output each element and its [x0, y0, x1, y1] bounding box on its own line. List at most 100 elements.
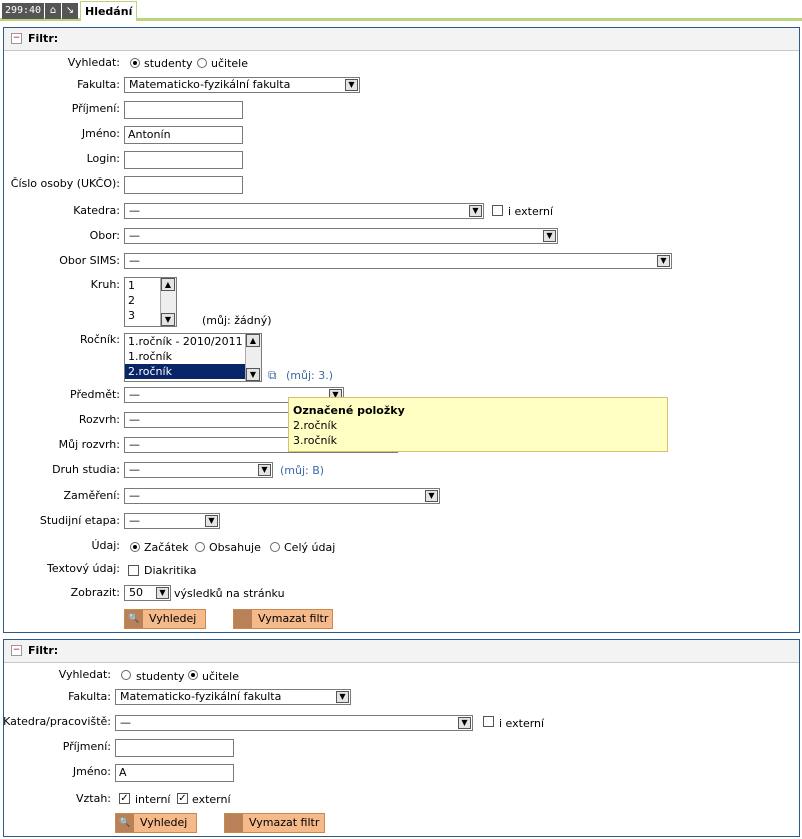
zobrazit-value: 50 — [129, 586, 143, 599]
login-input[interactable] — [124, 151, 243, 169]
selected-items-tooltip: Označené položky 2.ročník 3.ročník — [288, 397, 668, 452]
jmeno-label: Jméno: — [72, 765, 111, 778]
kruh-muj-text: (můj: žádný) — [202, 314, 272, 327]
fakulta-select[interactable]: Matematicko-fyzikální fakulta ▼ — [124, 77, 360, 93]
prijmeni-input[interactable] — [124, 101, 243, 119]
scrollbar[interactable]: ▲ ▼ — [160, 278, 176, 326]
chevron-down-icon[interactable]: ▼ — [246, 368, 260, 381]
cislo-osoby-input[interactable] — [124, 176, 243, 194]
i-externi-label: i externí — [499, 717, 545, 730]
search-button-label: Vyhledej — [140, 816, 188, 829]
tooltip-item: 2.ročník — [293, 419, 337, 432]
obor-sims-value: — — [129, 254, 140, 267]
katedra-pracoviste-select[interactable]: — ▼ — [115, 715, 473, 731]
vztah-label: Vztah: — [75, 792, 111, 805]
druh-studia-value: — — [129, 463, 140, 476]
diakritika-checkbox[interactable] — [128, 565, 139, 576]
katedra-value: — — [129, 204, 140, 217]
radio-obsahuje[interactable] — [195, 542, 205, 552]
radio-students[interactable] — [130, 58, 140, 68]
chevron-down-icon: ▼ — [657, 255, 670, 267]
search-button[interactable]: 🔍 Vyhledej — [115, 813, 197, 833]
interni-checkbox[interactable]: ✓ — [119, 793, 130, 804]
scrollbar[interactable]: ▲ ▼ — [245, 334, 261, 381]
tooltip-title: Označené položky — [293, 404, 405, 417]
clear-filter-button[interactable]: Vymazat filtr — [233, 609, 333, 629]
kruh-listbox[interactable]: 1 2 3 ▲ ▼ — [124, 277, 177, 327]
i-externi-label: i externí — [508, 205, 554, 218]
i-externi-checkbox[interactable] — [492, 205, 503, 216]
home-icon[interactable]: ⌂ — [45, 3, 61, 19]
radio-teachers-label: učitele — [211, 57, 248, 70]
chevron-down-icon[interactable]: ▼ — [161, 313, 175, 326]
radio-teachers[interactable] — [197, 58, 207, 68]
zamereni-select[interactable]: — ▼ — [124, 488, 440, 504]
search-icon: 🔍 — [116, 814, 134, 832]
prijmeni-input[interactable] — [115, 739, 234, 757]
druh-muj-text[interactable]: (můj: B) — [280, 463, 324, 479]
radio-students-label: studenty — [144, 57, 193, 70]
chevron-up-icon[interactable]: ▲ — [246, 334, 260, 347]
radio-obsahuje-label: Obsahuje — [209, 541, 261, 554]
zobrazit-suffix: výsledků na stránku — [174, 587, 285, 600]
fakulta-label: Fakulta: — [77, 78, 120, 91]
rozvrh-value: — — [129, 413, 140, 426]
radio-students[interactable] — [121, 670, 131, 680]
panel-title: Filtr: — [28, 644, 59, 657]
filter-panel-teachers: − Filtr: — [3, 639, 800, 837]
copy-icon[interactable]: ⧉ — [268, 367, 277, 383]
cislo-osoby-label: Číslo osoby (UKČO): — [10, 177, 120, 190]
predmet-label: Předmět: — [70, 388, 120, 401]
obor-sims-select[interactable]: — ▼ — [124, 253, 672, 269]
zamereni-label: Zaměření: — [63, 489, 120, 502]
collapse-icon[interactable]: − — [11, 645, 22, 656]
fakulta-select[interactable]: Matematicko-fyzikální fakulta ▼ — [115, 689, 351, 705]
top-bar: 299:40 ⌂ ↘ Hledání — [0, 0, 802, 22]
list-item[interactable]: 1.ročník — [125, 349, 261, 364]
druh-studia-label: Druh studia: — [52, 463, 120, 476]
search-button[interactable]: 🔍 Vyhledej — [124, 609, 206, 629]
katedra-select[interactable]: — ▼ — [124, 203, 484, 219]
zobrazit-select[interactable]: 50 ▼ — [124, 585, 171, 601]
studijni-etapa-label: Studijní etapa: — [39, 514, 120, 527]
list-item-selected[interactable]: 2.ročník — [125, 364, 261, 379]
vyhledat-label: Vyhledat: — [58, 668, 111, 681]
obor-value: — — [129, 229, 140, 242]
tab-hledani[interactable]: Hledání — [80, 1, 138, 21]
radio-students-label: studenty — [136, 670, 185, 683]
radio-zacatek-label: Začátek — [144, 541, 189, 554]
rocnik-listbox[interactable]: 1.ročník - 2010/2011 1.ročník 2.ročník ▲… — [124, 333, 262, 382]
fakulta-value: Matematicko-fyzikální fakulta — [129, 78, 291, 91]
list-item[interactable]: 1.ročník - 2010/2011 — [125, 334, 261, 349]
chevron-down-icon: ▼ — [258, 464, 271, 476]
panel-header: − Filtr: — [4, 28, 799, 51]
chevron-up-icon[interactable]: ▲ — [161, 278, 175, 291]
search-icon: 🔍 — [125, 610, 143, 628]
panel-title: Filtr: — [28, 32, 59, 45]
chevron-down-icon: ▼ — [425, 490, 438, 502]
obor-select[interactable]: — ▼ — [124, 228, 558, 244]
clear-filter-button[interactable]: Vymazat filtr — [224, 813, 325, 833]
jmeno-input[interactable]: Antonín — [124, 126, 243, 144]
arrow-down-right-icon[interactable]: ↘ — [62, 3, 78, 19]
collapse-icon[interactable]: − — [11, 33, 22, 44]
jmeno-input[interactable]: A — [115, 764, 234, 782]
muj-rozvrh-value: — — [129, 438, 140, 451]
interni-label: interní — [135, 793, 171, 806]
prijmeni-label: Příjmení: — [62, 740, 111, 753]
studijni-etapa-select[interactable]: — ▼ — [124, 513, 220, 529]
radio-teachers[interactable] — [188, 670, 198, 680]
chevron-down-icon: ▼ — [345, 79, 358, 91]
radio-cely-udaj[interactable] — [270, 542, 280, 552]
radio-zacatek[interactable] — [130, 542, 140, 552]
eraser-icon — [234, 610, 252, 628]
studijni-etapa-value: — — [129, 514, 140, 527]
chevron-down-icon: ▼ — [458, 717, 471, 729]
chevron-down-icon: ▼ — [205, 515, 218, 527]
i-externi-checkbox[interactable] — [483, 716, 494, 727]
fakulta-label: Fakulta: — [68, 690, 111, 703]
rocnik-muj-text[interactable]: (můj: 3.) — [286, 368, 333, 384]
session-timer: 299:40 — [2, 3, 44, 19]
externi-checkbox[interactable]: ✓ — [177, 793, 188, 804]
druh-studia-select[interactable]: — ▼ — [124, 462, 273, 478]
